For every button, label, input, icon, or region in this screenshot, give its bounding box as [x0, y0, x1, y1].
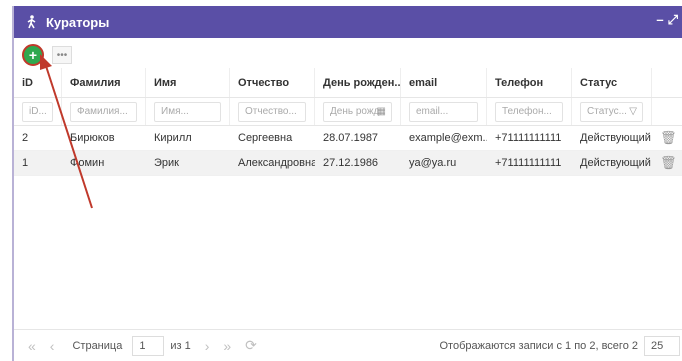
column-header-firstname[interactable]: Имя — [146, 68, 230, 97]
add-button[interactable]: + — [22, 44, 44, 66]
filter-id-input[interactable]: iD... — [22, 101, 53, 122]
table-header: iD Фамилия Имя Отчество День рожден... e… — [14, 68, 682, 98]
pagination-bar: « ‹ Страница 1 из 1 › » ⟳ Отображаются з… — [14, 329, 682, 361]
window-title: Кураторы — [46, 14, 110, 30]
cell-status: Действующий — [580, 157, 651, 169]
more-options-button[interactable]: ••• — [52, 46, 72, 64]
cell-lastname: Фомин — [70, 157, 105, 169]
cell-patronymic: Сергеевна — [238, 132, 293, 144]
cell-email: example@exm... — [409, 132, 487, 144]
filter-birthday-input[interactable]: День рожд ▦ — [323, 101, 392, 122]
filter-birthday-placeholder: День рожд — [330, 106, 380, 117]
filter-lastname-input[interactable]: Фамилия... — [70, 101, 137, 122]
cell-phone: +71111111111 — [495, 132, 562, 144]
prev-page-icon[interactable]: ‹ — [50, 338, 55, 354]
table-row[interactable]: 1 Фомин Эрик Александровна 27.12.1986 ya… — [14, 151, 682, 176]
filter-email-input[interactable]: email... — [409, 101, 478, 122]
cell-birthday: 27.12.1986 — [323, 157, 379, 169]
cell-lastname: Бирюков — [70, 132, 115, 144]
column-header-actions — [652, 68, 682, 97]
cell-firstname: Эрик — [154, 157, 179, 169]
column-header-id[interactable]: iD — [14, 68, 62, 97]
column-header-phone[interactable]: Телефон — [487, 68, 572, 97]
page-number-input[interactable]: 1 — [132, 335, 165, 356]
curators-window: Кураторы – ⤢ + ••• iD Фамилия Имя Отчест… — [12, 6, 682, 361]
filter-firstname-input[interactable]: Имя... — [154, 101, 221, 122]
calendar-icon[interactable]: ▦ — [377, 106, 386, 117]
page-size-select[interactable]: 25 — [644, 336, 680, 356]
person-walking-icon — [24, 14, 40, 30]
chevron-down-icon: ▽ — [629, 105, 637, 117]
filter-phone-input[interactable]: Телефон... — [495, 101, 563, 122]
filter-row: iD... Фамилия... Имя... Отчество... День… — [14, 98, 682, 126]
filter-status-select[interactable]: Статус... ▽ — [580, 101, 643, 122]
column-header-lastname[interactable]: Фамилия — [62, 68, 146, 97]
records-info: Отображаются записи с 1 по 2, всего 2 — [439, 340, 639, 352]
cell-id: 2 — [22, 132, 29, 144]
column-header-email[interactable]: email — [401, 68, 487, 97]
page-count-label: из 1 — [170, 339, 191, 352]
cell-firstname: Кирилл — [154, 132, 192, 144]
cell-id: 1 — [22, 157, 29, 169]
maximize-icon[interactable]: ⤢ — [668, 12, 678, 28]
cell-birthday: 28.07.1987 — [323, 132, 379, 144]
table-row[interactable]: 2 Бирюков Кирилл Сергеевна 28.07.1987 ex… — [14, 126, 682, 151]
trash-icon[interactable]: 🗑 — [660, 155, 677, 171]
first-page-icon[interactable]: « — [28, 338, 36, 354]
cell-patronymic: Александровна — [238, 157, 315, 169]
refresh-icon[interactable]: ⟳ — [245, 337, 257, 354]
column-header-patronymic[interactable]: Отчество — [230, 68, 315, 97]
column-header-birthday[interactable]: День рожден... — [315, 68, 401, 97]
filter-patronymic-input[interactable]: Отчество... — [238, 101, 306, 122]
window-titlebar: Кураторы – ⤢ — [14, 6, 682, 38]
cell-email: ya@ya.ru — [409, 157, 457, 169]
column-header-status[interactable]: Статус — [572, 68, 652, 97]
next-page-icon[interactable]: › — [205, 338, 210, 354]
cell-phone: +71111111111 — [495, 157, 562, 169]
cell-status: Действующий — [580, 132, 651, 144]
minimize-icon[interactable]: – — [656, 12, 663, 28]
trash-icon[interactable]: 🗑 — [660, 130, 677, 146]
curators-table: iD Фамилия Имя Отчество День рожден... e… — [14, 68, 682, 176]
page-label: Страница — [72, 339, 123, 352]
filter-status-placeholder: Статус... — [587, 106, 627, 117]
last-page-icon[interactable]: » — [223, 338, 231, 354]
